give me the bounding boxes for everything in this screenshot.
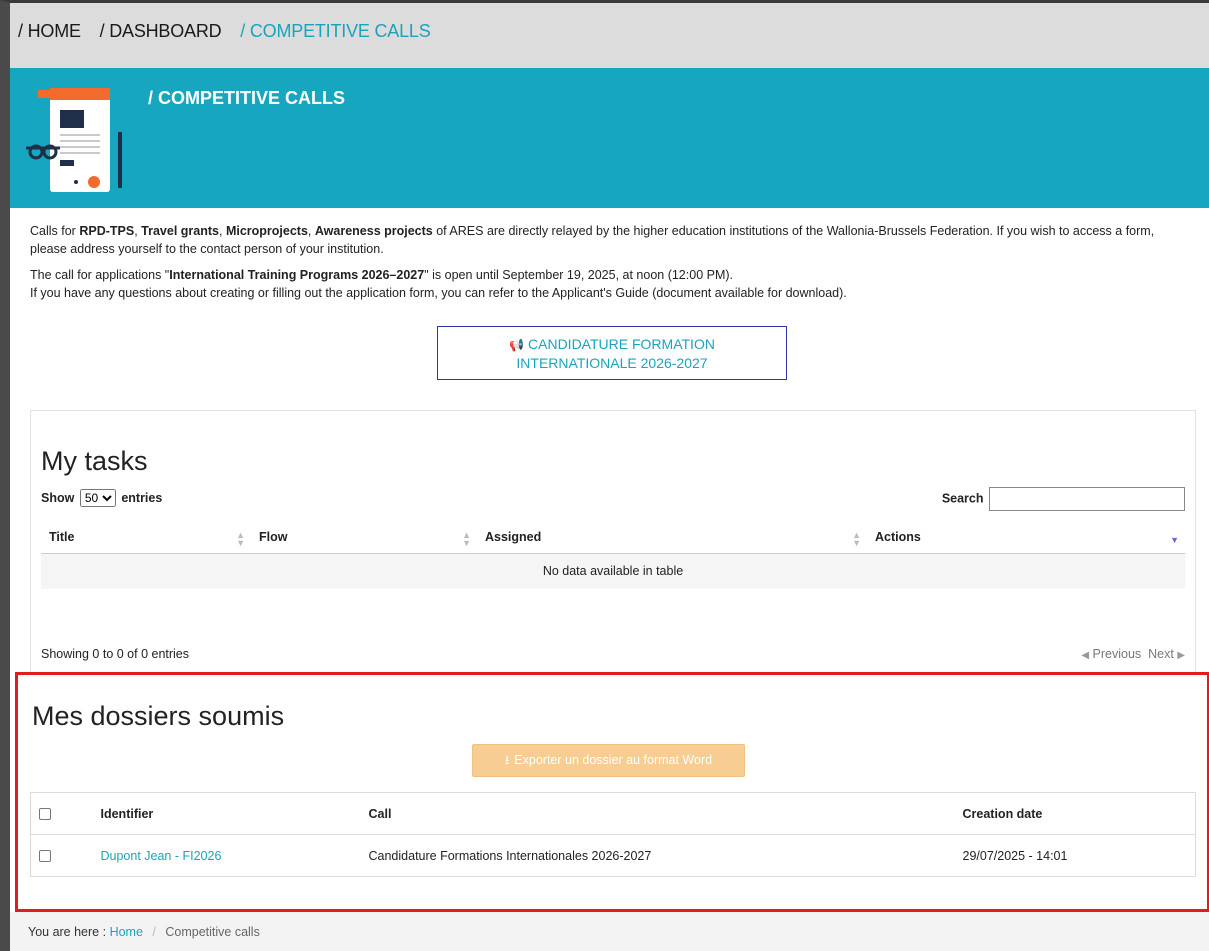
intro-paragraph-calls: Calls for RPD-TPS, Travel grants, Microp… [30, 224, 1155, 256]
table-row: Dupont Jean - FI2026 Candidature Formati… [30, 834, 1196, 877]
pagination: ◀ Previous Next ▶ [1081, 647, 1185, 661]
select-all-checkbox[interactable] [39, 808, 51, 821]
select-all-cell [30, 792, 93, 835]
entries-label: entries [121, 491, 163, 505]
sort-icon: ▲ ▼ [852, 530, 861, 548]
column-flow[interactable]: Flow ▲ ▼ [251, 521, 477, 554]
intro-paragraph-deadline: The call for applications "International… [30, 268, 733, 282]
next-arrow-icon: ▶ [1177, 650, 1185, 661]
submitted-table: Identifier Call Creation date Dupont Jea… [30, 792, 1196, 877]
row-creation-date: 29/07/2025 - 14:01 [954, 834, 1196, 877]
column-assigned[interactable]: Assigned ▲ ▼ [477, 521, 867, 554]
sort-icon: ▲ ▼ [462, 530, 471, 548]
sort-desc-icon: ▼ [1170, 535, 1179, 545]
footer-prefix: You are here : [28, 925, 107, 939]
sort-icon: ▲ ▼ [236, 530, 245, 548]
export-word-button[interactable]: ⭳ Exporter un dossier au format Word [472, 744, 745, 777]
page-size-control: Show 50 entries [41, 489, 162, 507]
column-title[interactable]: Title ▲ ▼ [41, 521, 251, 554]
next-button[interactable]: Next [1148, 647, 1174, 661]
breadcrumb-current: / COMPETITIVE CALLS [240, 21, 431, 41]
candidature-button[interactable]: 📢 CANDIDATURE FORMATION INTERNATIONALE 20… [437, 326, 787, 380]
my-tasks-heading: My tasks [41, 446, 148, 476]
column-identifier[interactable]: Identifier [92, 792, 361, 835]
breadcrumb-home[interactable]: / HOME [18, 21, 81, 41]
top-breadcrumb: / HOME / DASHBOARD / COMPETITIVE CALLS [10, 3, 1209, 68]
page-banner: / COMPETITIVE CALLS [10, 68, 1209, 208]
intro-paragraph-guide: If you have any questions about creating… [30, 286, 847, 300]
candidature-button-line2: INTERNATIONALE 2026-2027 [516, 355, 708, 371]
candidature-button-line1: CANDIDATURE FORMATION [528, 336, 715, 352]
megaphone-icon: 📢 [509, 338, 525, 352]
footer-home-link[interactable]: Home [110, 925, 143, 939]
intro-text: Calls for RPD-TPS, Travel grants, Microp… [30, 222, 1190, 310]
empty-table-message: No data available in table [41, 553, 1185, 589]
document-illustration-icon [26, 88, 122, 192]
submitted-files-section: Mes dossiers soumis ⭳ Exporter un dossier… [15, 672, 1209, 912]
page-size-select[interactable]: 50 [79, 489, 116, 507]
export-word-label: Exporter un dossier au format Word [514, 753, 713, 767]
row-select-cell [30, 834, 93, 877]
column-call[interactable]: Call [360, 792, 955, 835]
breadcrumb-dashboard[interactable]: / DASHBOARD [100, 21, 222, 41]
table-info: Showing 0 to 0 of 0 entries [41, 647, 190, 661]
download-icon: ⭳ [504, 753, 510, 767]
banner-title: / COMPETITIVE CALLS [148, 88, 346, 108]
my-tasks-panel: My tasks Show 50 entries Search Title ▲ ▼ … [30, 410, 1196, 672]
previous-button[interactable]: Previous [1093, 647, 1142, 661]
search-label: Search [941, 491, 984, 506]
show-label: Show [41, 491, 75, 505]
footer-separator: / [152, 925, 156, 939]
column-actions[interactable]: Actions ▼ [867, 521, 1185, 554]
search-control: Search [942, 487, 1185, 511]
previous-arrow-icon: ◀ [1081, 650, 1090, 661]
row-call: Candidature Formations Internationales 2… [360, 834, 955, 877]
column-creation-date[interactable]: Creation date [954, 792, 1196, 835]
footer-current: Competitive calls [165, 925, 260, 939]
bottom-breadcrumb: You are here : Home / Competitive calls [10, 912, 1209, 951]
submitted-heading: Mes dossiers soumis [32, 701, 285, 731]
row-checkbox[interactable] [39, 850, 51, 863]
row-identifier-link[interactable]: Dupont Jean - FI2026 [92, 834, 361, 877]
tasks-table: Title ▲ ▼ Flow ▲ ▼ Assigned ▲ ▼ Actions ▼ No da… [41, 521, 1185, 589]
search-input[interactable] [989, 487, 1185, 511]
